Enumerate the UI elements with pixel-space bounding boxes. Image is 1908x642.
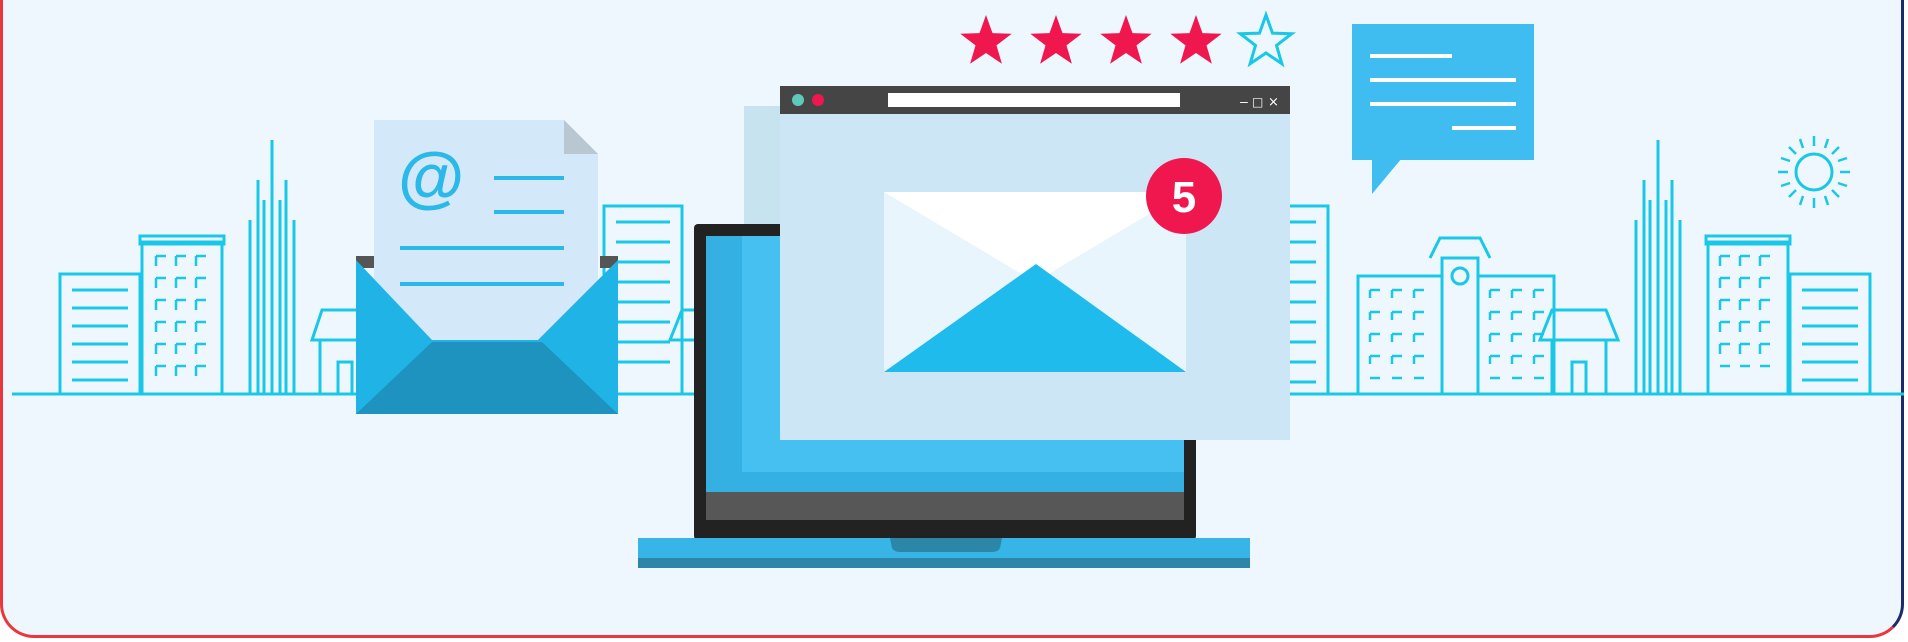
- email-marketing-illustration: @ – □ × 5: [12, 10, 1904, 568]
- minimize-icon[interactable]: –: [1240, 93, 1248, 109]
- sun-icon: [1778, 136, 1850, 208]
- open-envelope-letter: @: [356, 120, 618, 414]
- illustration-stage: @ – □ × 5: [0, 0, 1908, 642]
- at-sign-icon: @: [398, 139, 464, 215]
- star-empty-icon: [1236, 10, 1296, 68]
- star-filled-icon: [960, 15, 1012, 64]
- address-bar: [888, 93, 1180, 107]
- window-dot-red: [812, 94, 824, 106]
- notification-count: 5: [1172, 173, 1196, 222]
- star-filled-icon: [1030, 15, 1082, 64]
- maximize-icon[interactable]: □: [1252, 95, 1263, 109]
- star-rating: [960, 10, 1296, 68]
- close-icon[interactable]: ×: [1268, 95, 1279, 110]
- mail-icon: [884, 192, 1186, 372]
- window-dot-green: [792, 94, 804, 106]
- star-filled-icon: [1170, 15, 1222, 64]
- browser-window: – □ × 5: [780, 86, 1290, 440]
- chat-bubble-icon: [1352, 24, 1534, 194]
- notification-badge: 5: [1146, 158, 1222, 234]
- star-filled-icon: [1100, 15, 1152, 64]
- city-skyline-right: [1268, 140, 1872, 396]
